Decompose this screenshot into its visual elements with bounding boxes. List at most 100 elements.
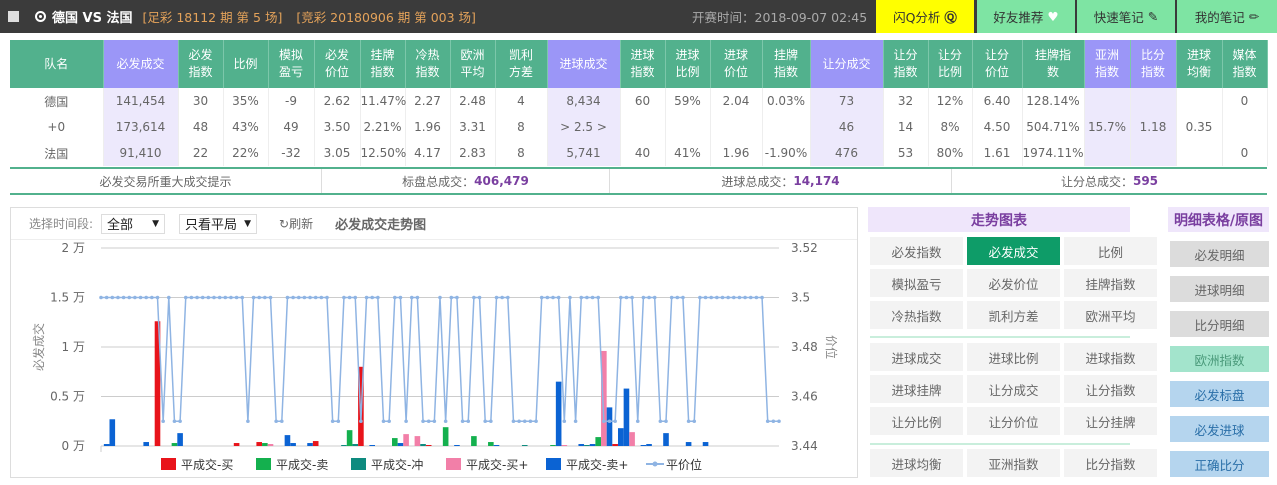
table-cell: 173,614 — [103, 114, 179, 140]
legend-label: 平成交-冲 — [371, 457, 423, 472]
price-point — [138, 295, 143, 300]
bar-sellplus — [606, 407, 613, 446]
column-header: 必发成交 — [103, 40, 179, 88]
recommend-button[interactable]: 好友推荐 ♥ — [977, 0, 1075, 33]
price-point — [726, 295, 730, 300]
trend-button[interactable]: 亚洲指数 — [967, 449, 1060, 477]
price-point — [353, 295, 358, 300]
table-cell: 5,741 — [547, 140, 621, 166]
bar-sellplus — [454, 445, 460, 446]
trend-button[interactable]: 凯利方差 — [967, 301, 1060, 329]
price-point — [398, 295, 403, 300]
detail-button[interactable]: 比分明细 — [1170, 311, 1269, 337]
trend-button[interactable]: 欧洲平均 — [1064, 301, 1157, 329]
start-time: 开赛时间：2018-09-07 02:45 — [692, 10, 868, 25]
table-cell: 22% — [223, 140, 269, 166]
edit-icon: ✎ — [1147, 9, 1159, 24]
price-point — [234, 295, 239, 300]
price-point — [647, 295, 651, 300]
trend-button[interactable]: 让分比例 — [870, 407, 963, 435]
value: 406,479 — [474, 174, 529, 188]
q-analysis-button[interactable]: 闪Q分析 Ⓠ — [876, 0, 974, 33]
legend-swatch-rush — [351, 458, 366, 470]
my-notes-button[interactable]: 我的笔记 ✏ — [1177, 0, 1277, 33]
match-header: 德国 VS 法国 [足彩 18112 期 第 5 场] [竞彩 20180906… — [0, 0, 1277, 33]
bar-sellplus — [103, 444, 110, 446]
y-tick-label: 1 万 — [62, 340, 85, 354]
price-point — [562, 419, 567, 424]
trend-button[interactable]: 进球比例 — [967, 343, 1060, 371]
price-point — [466, 419, 471, 424]
filter-select[interactable]: 只看平局 ▼ — [179, 213, 258, 234]
price-point — [404, 419, 408, 424]
table-cell: 12.50% — [360, 140, 406, 166]
table-cell: 8 — [495, 114, 548, 140]
price-point — [641, 295, 646, 300]
table-cell: 4.17 — [405, 140, 451, 166]
trend-button[interactable]: 进球均衡 — [870, 449, 963, 477]
column-header: 必发 价位 — [314, 40, 361, 88]
bar-sell — [392, 438, 398, 446]
trend-button[interactable]: 进球挂牌 — [870, 375, 963, 403]
table-cell: 476 — [810, 140, 884, 166]
detail-button[interactable]: 必发明细 — [1170, 241, 1269, 267]
lottery-info-2[interactable]: [竞彩 20180906 期 第 003 场] — [296, 7, 476, 26]
period-select[interactable]: 全部 ▼ — [101, 213, 166, 234]
price-point — [573, 419, 578, 424]
trend-button[interactable]: 让分成交 — [967, 375, 1060, 403]
detail-button[interactable]: 进球明细 — [1170, 276, 1269, 302]
trend-button[interactable]: 模拟盈亏 — [870, 269, 963, 297]
trend-button[interactable]: 比分指数 — [1064, 449, 1157, 477]
lottery-info-1[interactable]: [足彩 18112 期 第 5 场] — [142, 7, 282, 26]
trend-button[interactable]: 进球指数 — [1064, 343, 1157, 371]
bar-sellplus — [493, 445, 500, 446]
price-point — [748, 295, 753, 300]
price-point — [376, 295, 380, 300]
table-cell: 30 — [178, 88, 224, 114]
price-point — [777, 419, 781, 424]
table-cell: 504.71% — [1022, 114, 1085, 140]
trend-button[interactable]: 冷热指数 — [870, 301, 963, 329]
detail-button[interactable]: 必发进球 — [1170, 416, 1269, 442]
table-cell: 53 — [883, 140, 929, 166]
q-analysis-icon: Ⓠ — [944, 10, 957, 25]
trend-button[interactable]: 进球成交 — [870, 343, 963, 371]
price-point — [754, 295, 759, 300]
trend-button[interactable]: 比例 — [1064, 237, 1157, 265]
bar-sellplus — [143, 442, 149, 446]
bar-rush — [352, 444, 359, 446]
select-checkbox[interactable] — [8, 11, 19, 22]
price-point — [743, 295, 747, 300]
table-cell: 43% — [223, 114, 269, 140]
detail-button[interactable]: 欧洲指数 — [1170, 346, 1269, 372]
price-point — [630, 295, 634, 300]
price-point — [613, 419, 617, 424]
price-point — [585, 295, 589, 300]
bar-sellplus — [284, 435, 291, 446]
refresh-button[interactable]: ↻刷新 — [279, 215, 313, 232]
column-header: 必发 指数 — [178, 40, 224, 88]
detail-button[interactable]: 必发标盘 — [1170, 381, 1269, 407]
trend-chart: 2 万 3.52 1.5 万 3.5 1 万 3.48 0.5 万 3.46 0 万 3.44 必发… — [31, 241, 839, 472]
table-cell: -32 — [268, 140, 315, 166]
column-header: 队名 — [10, 40, 104, 88]
price-point — [172, 419, 177, 424]
trend-button[interactable]: 让分指数 — [1064, 375, 1157, 403]
trend-button[interactable]: 必发价位 — [967, 269, 1060, 297]
trend-button[interactable]: 必发成交 — [967, 237, 1060, 265]
column-header: 比例 — [223, 40, 269, 88]
price-point — [409, 295, 414, 300]
price-point — [579, 295, 584, 300]
table-cell — [620, 114, 666, 140]
table-cell: 0 — [1222, 88, 1268, 114]
detail-button[interactable]: 正确比分 — [1170, 451, 1269, 477]
trend-button[interactable]: 让分挂牌 — [1064, 407, 1157, 435]
table-cell: 0 — [1222, 140, 1268, 166]
quick-note-button[interactable]: 快速笔记 ✎ — [1077, 0, 1175, 33]
trend-button[interactable]: 让分价位 — [967, 407, 1060, 435]
table-cell: 2.04 — [710, 88, 763, 114]
column-header: 进球成交 — [547, 40, 621, 88]
trend-button[interactable]: 挂牌指数 — [1064, 269, 1157, 297]
trend-button[interactable]: 必发指数 — [870, 237, 963, 265]
table-cell: -1.90% — [762, 140, 811, 166]
